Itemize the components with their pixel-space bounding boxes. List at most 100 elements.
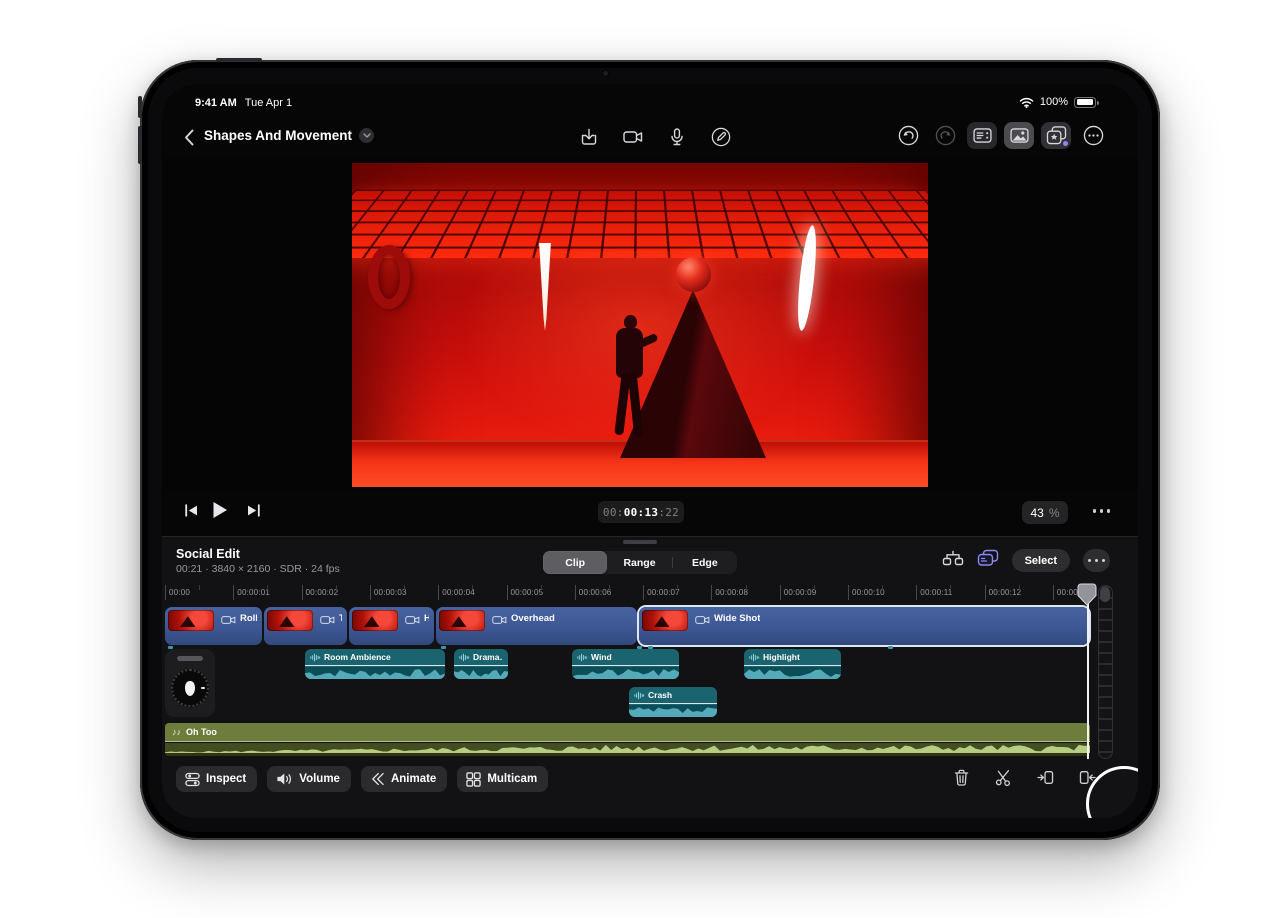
waveform-icon <box>459 653 469 662</box>
audio-waveform <box>572 667 679 679</box>
inspect-button[interactable]: Inspect <box>176 766 257 792</box>
audio-clip-highlight[interactable]: Highlight <box>744 649 841 679</box>
delete-button[interactable] <box>950 766 972 788</box>
back-button[interactable] <box>178 125 200 149</box>
connection-marker <box>168 646 173 649</box>
skip-back-button[interactable] <box>184 504 199 522</box>
app-toolbar: Shapes And Movement <box>162 120 1138 156</box>
timecode-display[interactable]: 00:00:13:22 <box>598 501 684 523</box>
notification-dot <box>1063 141 1068 146</box>
animate-label: Animate <box>391 773 436 785</box>
audio-clip-crash[interactable]: Crash <box>629 687 717 717</box>
playhead-line <box>1087 585 1089 759</box>
more-button[interactable] <box>1078 122 1108 149</box>
pencil-tools-button[interactable] <box>708 124 734 150</box>
split-button[interactable] <box>992 766 1014 788</box>
video-camera-icon <box>623 130 643 144</box>
play-button[interactable] <box>212 501 228 524</box>
jog-wheel[interactable] <box>165 649 215 717</box>
skip-forward-icon <box>246 504 261 517</box>
scroll-thumb[interactable] <box>1100 587 1110 602</box>
video-camera-icon <box>492 615 507 625</box>
waveform-icon <box>749 653 759 662</box>
video-preview[interactable] <box>352 163 928 487</box>
browser-button[interactable] <box>967 122 997 149</box>
video-clip-hands[interactable]: Hands <box>349 607 434 645</box>
wifi-icon <box>1019 97 1034 108</box>
audio-waveform <box>454 667 508 679</box>
multicam-icon <box>466 772 481 787</box>
photos-icon <box>1010 128 1029 143</box>
timecode-hours: 00: <box>603 506 624 519</box>
inspect-label: Inspect <box>206 773 246 785</box>
multicam-button[interactable]: Multicam <box>457 766 548 792</box>
audio-waveform <box>744 667 841 679</box>
undo-button[interactable] <box>893 122 923 149</box>
skip-back-icon <box>184 504 199 517</box>
volume-button[interactable]: Volume <box>267 766 351 792</box>
clip-label: Tilt Up <box>339 613 342 624</box>
audio-clip-label: Drama… <box>473 652 503 662</box>
redo-button[interactable] <box>930 122 960 149</box>
front-camera <box>603 71 608 76</box>
video-ceiling-lights <box>352 190 928 258</box>
clip-label: Wide Shot <box>714 613 760 624</box>
jog-pointer <box>185 681 195 696</box>
zoom-unit: % <box>1049 506 1060 520</box>
animate-button[interactable]: Animate <box>361 766 447 792</box>
timecode-main: 00:13 <box>624 506 659 519</box>
top-button <box>216 58 262 62</box>
video-camera-icon <box>695 615 710 625</box>
audio-clip-room-ambience[interactable]: Room Ambience <box>305 649 445 679</box>
video-clip-overhead[interactable]: Overhead <box>436 607 637 645</box>
clip-thumbnail <box>352 610 398 631</box>
video-wall-ring <box>368 245 410 309</box>
video-clip-rolling-ball[interactable]: Rolling Ball <box>165 607 262 645</box>
import-button[interactable] <box>576 124 602 150</box>
music-notes-icon: ♪♪ <box>172 728 181 737</box>
timeline-scroll-strip[interactable] <box>1098 585 1113 759</box>
waveform-icon <box>634 691 644 700</box>
audio-clip-drama[interactable]: Drama… <box>454 649 508 679</box>
transport-bar: 00:00:13:22 43% <box>162 492 1138 536</box>
waveform-icon <box>577 653 587 662</box>
video-clip-tilt-up[interactable]: Tilt Up <box>264 607 347 645</box>
insert-button[interactable] <box>1034 766 1056 788</box>
zoom-value: 43 <box>1030 506 1043 520</box>
status-bar-left: 9:41 AM Tue Apr 1 <box>195 97 292 109</box>
clip-thumbnail <box>168 610 214 631</box>
audio-waveform <box>629 705 717 717</box>
viewer-zoom-control[interactable]: 43% <box>1022 501 1068 524</box>
play-icon <box>212 501 228 519</box>
waveform-icon <box>310 653 320 662</box>
jog-handle[interactable] <box>177 656 203 661</box>
volume-up-button <box>138 96 142 118</box>
audio-clip-label: Highlight <box>763 652 800 662</box>
music-clip[interactable]: ♪♪ Oh Too <box>165 723 1090 756</box>
skip-forward-button[interactable] <box>246 504 261 522</box>
microphone-icon <box>670 128 684 146</box>
undo-icon <box>898 125 919 146</box>
jog-dial[interactable] <box>171 669 209 707</box>
inspect-icon <box>185 772 200 787</box>
app-screen: 9:41 AM Tue Apr 1 100% Shapes And Moveme… <box>162 84 1138 818</box>
playhead[interactable] <box>1077 583 1097 606</box>
audio-clip-label: Wind <box>591 652 612 662</box>
audio-clip-label: Crash <box>648 690 672 700</box>
project-title-label: Shapes And Movement <box>204 128 352 143</box>
effects-browser-button[interactable] <box>1041 122 1071 149</box>
apple-pencil-icon <box>711 127 731 147</box>
record-video-button[interactable] <box>620 124 646 150</box>
project-title[interactable]: Shapes And Movement <box>204 128 374 143</box>
connection-marker <box>441 646 446 649</box>
video-clip-wide-shot[interactable]: Wide Shot <box>639 607 1089 645</box>
import-icon <box>580 128 598 146</box>
viewer-more-button[interactable] <box>1093 509 1111 513</box>
record-voiceover-button[interactable] <box>664 124 690 150</box>
edit-actions <box>950 766 1098 788</box>
audio-clip-wind[interactable]: Wind <box>572 649 679 679</box>
ipad-device: 9:41 AM Tue Apr 1 100% Shapes And Moveme… <box>140 60 1160 840</box>
media-browser-button[interactable] <box>1004 122 1034 149</box>
clip-label: Overhead <box>511 613 555 624</box>
chevron-down-icon <box>359 128 374 143</box>
